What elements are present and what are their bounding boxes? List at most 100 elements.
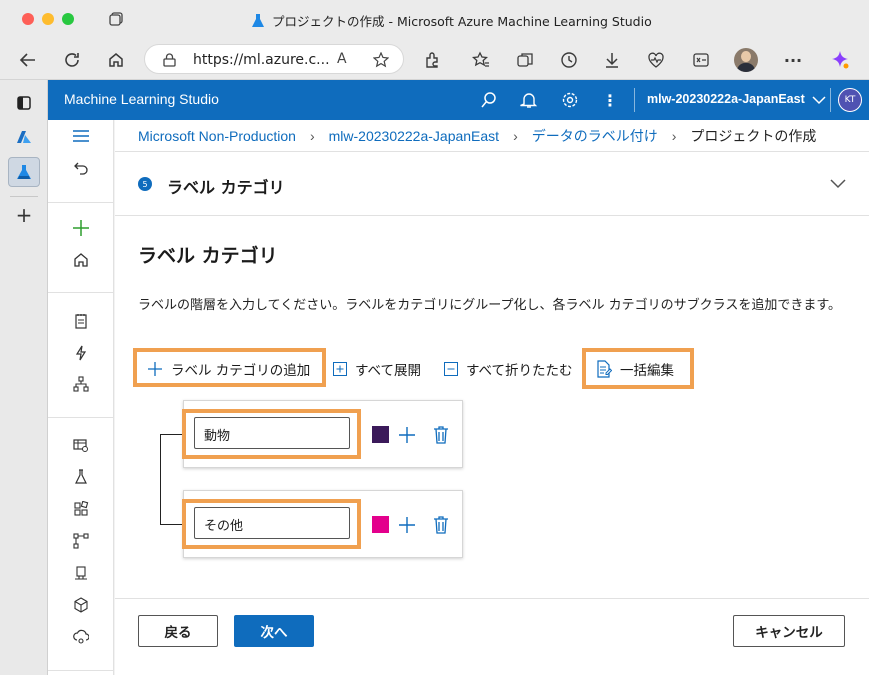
- sidebar-tabs-icon[interactable]: [8, 88, 40, 118]
- read-aloud-icon[interactable]: A: [337, 51, 347, 67]
- new-plus-icon[interactable]: [69, 216, 93, 240]
- delete-trash-icon[interactable]: [432, 515, 450, 535]
- refresh-icon[interactable]: [60, 48, 84, 72]
- breadcrumb-separator: ›: [671, 128, 677, 144]
- notifications-icon[interactable]: [517, 88, 541, 112]
- home-icon[interactable]: [104, 48, 128, 72]
- azure-ml-icon: [252, 13, 264, 27]
- back-button[interactable]: 戻る: [138, 615, 218, 647]
- rail-divider: [10, 196, 38, 197]
- breadcrumb: Microsoft Non-Production › mlw-20230222a…: [138, 126, 816, 146]
- downloads-icon[interactable]: [600, 48, 624, 72]
- collapse-all-button[interactable]: すべて折りたたむ: [444, 358, 573, 380]
- bulk-edit-icon: [597, 360, 612, 378]
- azure-icon[interactable]: [8, 122, 40, 152]
- jobs-flask-icon[interactable]: [69, 465, 93, 489]
- data-icon[interactable]: [69, 433, 93, 457]
- nav-home-icon[interactable]: [69, 248, 93, 272]
- breadcrumb-item[interactable]: mlw-20230222a-JapanEast: [329, 128, 499, 144]
- bulk-edit-button[interactable]: 一括編集: [596, 358, 674, 380]
- breadcrumb-separator: ›: [309, 128, 315, 144]
- divider: [115, 598, 869, 599]
- breadcrumb-separator: ›: [513, 128, 518, 144]
- lock-icon: [163, 53, 176, 67]
- breadcrumb-item[interactable]: Microsoft Non-Production: [138, 128, 296, 144]
- pipelines-icon[interactable]: [69, 529, 93, 553]
- step-number-badge: 5: [138, 177, 152, 191]
- nav-divider: [48, 670, 114, 671]
- performance-icon[interactable]: [644, 48, 668, 72]
- delete-trash-icon[interactable]: [432, 425, 450, 445]
- app-title[interactable]: Machine Learning Studio: [64, 91, 219, 107]
- color-swatch[interactable]: [372, 426, 389, 443]
- expand-all-button[interactable]: すべて展開: [333, 358, 421, 380]
- designer-icon[interactable]: [69, 372, 93, 396]
- back-arrow-icon[interactable]: [69, 156, 93, 180]
- endpoints-icon[interactable]: [69, 625, 93, 649]
- studio-nav: [48, 120, 114, 675]
- highlight-box: [182, 499, 361, 549]
- history-icon[interactable]: [557, 48, 581, 72]
- cancel-button[interactable]: キャンセル: [733, 615, 845, 647]
- models-icon[interactable]: [69, 593, 93, 617]
- expand-all-label: すべて展開: [355, 363, 422, 379]
- close-window-button[interactable]: [22, 13, 34, 25]
- workspace-name: mlw-20230222a-JapanEast: [647, 92, 805, 106]
- header-separator-2: [830, 88, 831, 112]
- tab-title: プロジェクトの作成 - Microsoft Azure Machine Lear…: [272, 14, 652, 29]
- add-sidebar-app-icon[interactable]: +: [8, 200, 40, 230]
- favorites-icon[interactable]: [469, 48, 493, 72]
- divider: [115, 151, 869, 152]
- add-category-button[interactable]: ラベル カテゴリの追加: [147, 358, 310, 380]
- divider: [115, 215, 869, 216]
- more-vertical-icon[interactable]: ⋮: [598, 88, 622, 112]
- color-swatch[interactable]: [372, 516, 389, 533]
- automated-ml-icon[interactable]: [69, 341, 93, 365]
- nav-divider: [48, 292, 114, 293]
- breadcrumb-current: プロジェクトの作成: [690, 128, 817, 144]
- collections-icon[interactable]: [513, 48, 537, 72]
- user-avatar[interactable]: KT: [838, 88, 862, 112]
- hamburger-menu-icon[interactable]: [69, 124, 93, 148]
- azure-ml-sidebar-icon[interactable]: [8, 157, 40, 187]
- next-button[interactable]: 次へ: [234, 615, 314, 647]
- more-options-icon[interactable]: ···: [781, 48, 805, 72]
- add-subclass-icon[interactable]: [397, 515, 417, 535]
- browser-tab[interactable]: プロジェクトの作成 - Microsoft Azure Machine Lear…: [250, 11, 652, 30]
- app-header: Machine Learning Studio ⋮ mlw-20230222a-…: [48, 80, 869, 120]
- chevron-down-icon: [812, 96, 826, 104]
- section-description: ラベルの階層を入力してください。ラベルをカテゴリにグループ化し、各ラベル カテゴ…: [138, 298, 842, 313]
- copilot-icon[interactable]: [828, 48, 852, 72]
- url-text: https://ml.azure.c...: [193, 52, 330, 68]
- highlight-box: [182, 409, 361, 459]
- plus-icon: [148, 362, 162, 376]
- workspace-selector[interactable]: mlw-20230222a-JapanEast: [647, 92, 826, 106]
- extensions-icon[interactable]: [420, 48, 444, 72]
- address-bar[interactable]: https://ml.azure.c... A: [144, 44, 404, 74]
- back-icon[interactable]: [16, 48, 40, 72]
- collapse-box-icon: [444, 362, 458, 376]
- header-separator: [634, 88, 635, 112]
- breadcrumb-item[interactable]: データのラベル付け: [532, 126, 658, 146]
- step-title: ラベル カテゴリ: [167, 178, 285, 197]
- maximize-window-button[interactable]: [62, 13, 74, 25]
- nav-divider: [48, 202, 114, 203]
- add-subclass-icon[interactable]: [397, 425, 417, 445]
- collapse-all-label: すべて折りたたむ: [466, 363, 573, 379]
- profile-avatar[interactable]: [734, 48, 758, 72]
- tab-actions-icon[interactable]: [108, 11, 124, 27]
- add-category-label: ラベル カテゴリの追加: [171, 363, 311, 379]
- search-icon[interactable]: [477, 88, 501, 112]
- expand-box-icon: [333, 362, 347, 376]
- minimize-window-button[interactable]: [42, 13, 54, 25]
- main-content: Microsoft Non-Production › mlw-20230222a…: [115, 120, 869, 675]
- settings-gear-icon[interactable]: [558, 88, 582, 112]
- collapse-chevron-icon[interactable]: [829, 176, 847, 190]
- add-favorite-icon[interactable]: [373, 52, 389, 68]
- environments-icon[interactable]: [69, 561, 93, 585]
- math-solver-icon[interactable]: [689, 48, 713, 72]
- components-icon[interactable]: [69, 497, 93, 521]
- notebooks-icon[interactable]: [69, 309, 93, 333]
- browser-sidebar: +: [0, 80, 48, 675]
- tree-line: [160, 434, 161, 524]
